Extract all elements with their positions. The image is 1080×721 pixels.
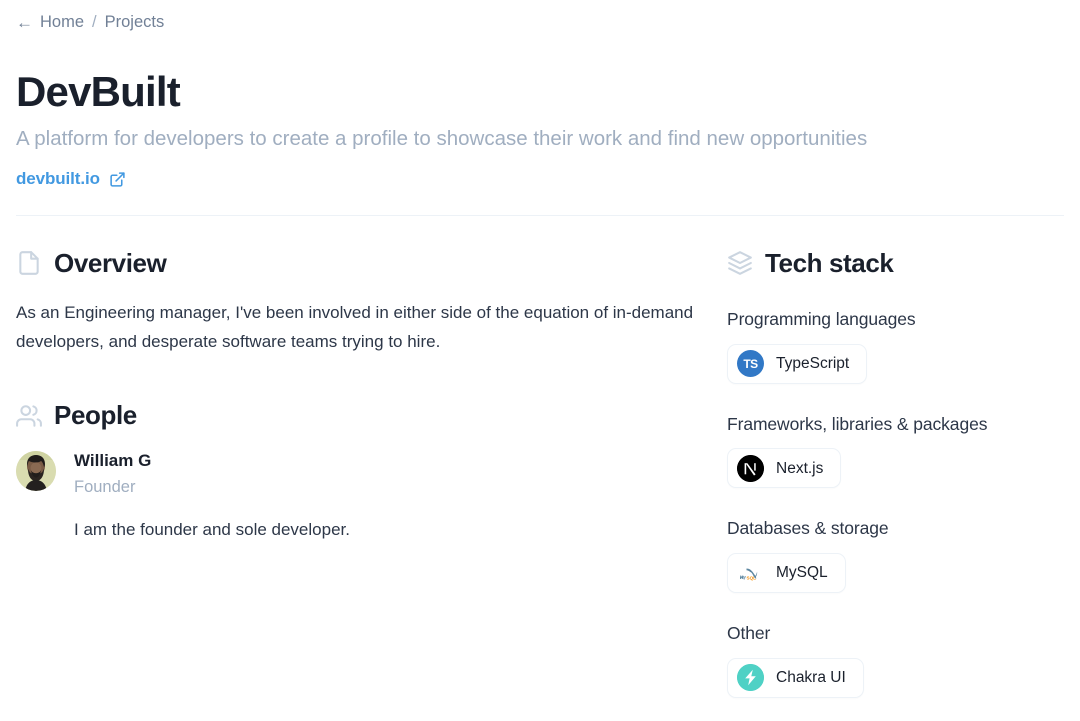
tech-chip-label: TypeScript bbox=[776, 354, 850, 372]
left-column: Overview As an Engineering manager, I've… bbox=[16, 216, 716, 543]
avatar bbox=[16, 451, 56, 492]
stack-group-label: Databases & storage bbox=[727, 518, 889, 539]
stack-group-programming-languages: Programming languages TS TypeScript bbox=[727, 308, 1064, 384]
site-link[interactable]: devbuilt.io bbox=[16, 169, 100, 189]
stack-group-other: Other Chakra UI bbox=[727, 622, 1064, 698]
svg-text:My: My bbox=[740, 574, 746, 579]
page-subtitle: A platform for developers to create a pr… bbox=[16, 127, 868, 151]
tech-chip-typescript[interactable]: TS TypeScript bbox=[727, 343, 868, 384]
stack-group-frameworks: Frameworks, libraries & packages Next.js bbox=[727, 413, 1064, 489]
site-link-row: devbuilt.io bbox=[16, 169, 1064, 189]
list-item: William G Founder I am the founder and s… bbox=[16, 449, 716, 543]
overview-title: Overview bbox=[54, 247, 167, 278]
stack-chip-list: My SQL MySQL bbox=[727, 553, 1064, 594]
project-detail-page: ← Home / Projects DevBuilt A platform fo… bbox=[0, 0, 1080, 721]
tech-chip-label: Next.js bbox=[776, 459, 824, 477]
people-heading: People bbox=[16, 400, 716, 431]
document-icon bbox=[16, 250, 42, 276]
stack-chip-list: Next.js bbox=[727, 448, 1064, 489]
right-column: Tech stack Programming languages TS Type… bbox=[716, 216, 1064, 698]
people-title: People bbox=[54, 400, 137, 431]
back-arrow-icon[interactable]: ← bbox=[16, 14, 33, 31]
person-details: William G Founder I am the founder and s… bbox=[74, 449, 350, 543]
person-note: I am the founder and sole developer. bbox=[74, 519, 350, 539]
overview-heading: Overview bbox=[16, 248, 716, 279]
tech-stack-heading: Tech stack bbox=[727, 248, 1064, 279]
page-title: DevBuilt bbox=[16, 68, 181, 116]
external-link-icon[interactable] bbox=[109, 171, 126, 188]
breadcrumb: ← Home / Projects bbox=[16, 0, 1064, 34]
tech-chip-label: Chakra UI bbox=[776, 669, 846, 687]
typescript-logo-icon: TS bbox=[737, 350, 764, 378]
breadcrumb-link-home[interactable]: Home bbox=[40, 11, 84, 34]
nextjs-logo-icon bbox=[737, 454, 764, 482]
stack-group-databases: Databases & storage My SQL MySQL bbox=[727, 517, 1064, 594]
users-icon bbox=[16, 403, 42, 429]
breadcrumb-separator: / bbox=[92, 13, 97, 31]
stack-chip-list: Chakra UI bbox=[727, 657, 1064, 698]
tech-stack-title: Tech stack bbox=[765, 247, 894, 278]
stack-group-label: Other bbox=[727, 623, 771, 644]
layers-icon bbox=[727, 250, 753, 276]
stack-group-label: Programming languages bbox=[727, 308, 916, 329]
stack-chip-list: TS TypeScript bbox=[727, 343, 1064, 384]
tech-chip-chakra-ui[interactable]: Chakra UI bbox=[727, 657, 864, 698]
breadcrumb-current-projects: Projects bbox=[104, 13, 165, 31]
tech-chip-label: MySQL bbox=[776, 564, 828, 582]
overview-text: As an Engineering manager, I've been inv… bbox=[16, 302, 694, 351]
content-columns: Overview As an Engineering manager, I've… bbox=[16, 216, 1064, 698]
svg-text:SQL: SQL bbox=[747, 575, 757, 580]
person-name: William G bbox=[74, 451, 152, 471]
tech-chip-mysql[interactable]: My SQL MySQL bbox=[727, 553, 846, 594]
stack-group-label: Frameworks, libraries & packages bbox=[727, 413, 988, 434]
tech-chip-nextjs[interactable]: Next.js bbox=[727, 448, 842, 489]
chakra-ui-logo-icon bbox=[737, 664, 764, 692]
mysql-logo-icon: My SQL bbox=[737, 560, 764, 587]
person-role: Founder bbox=[74, 478, 136, 497]
